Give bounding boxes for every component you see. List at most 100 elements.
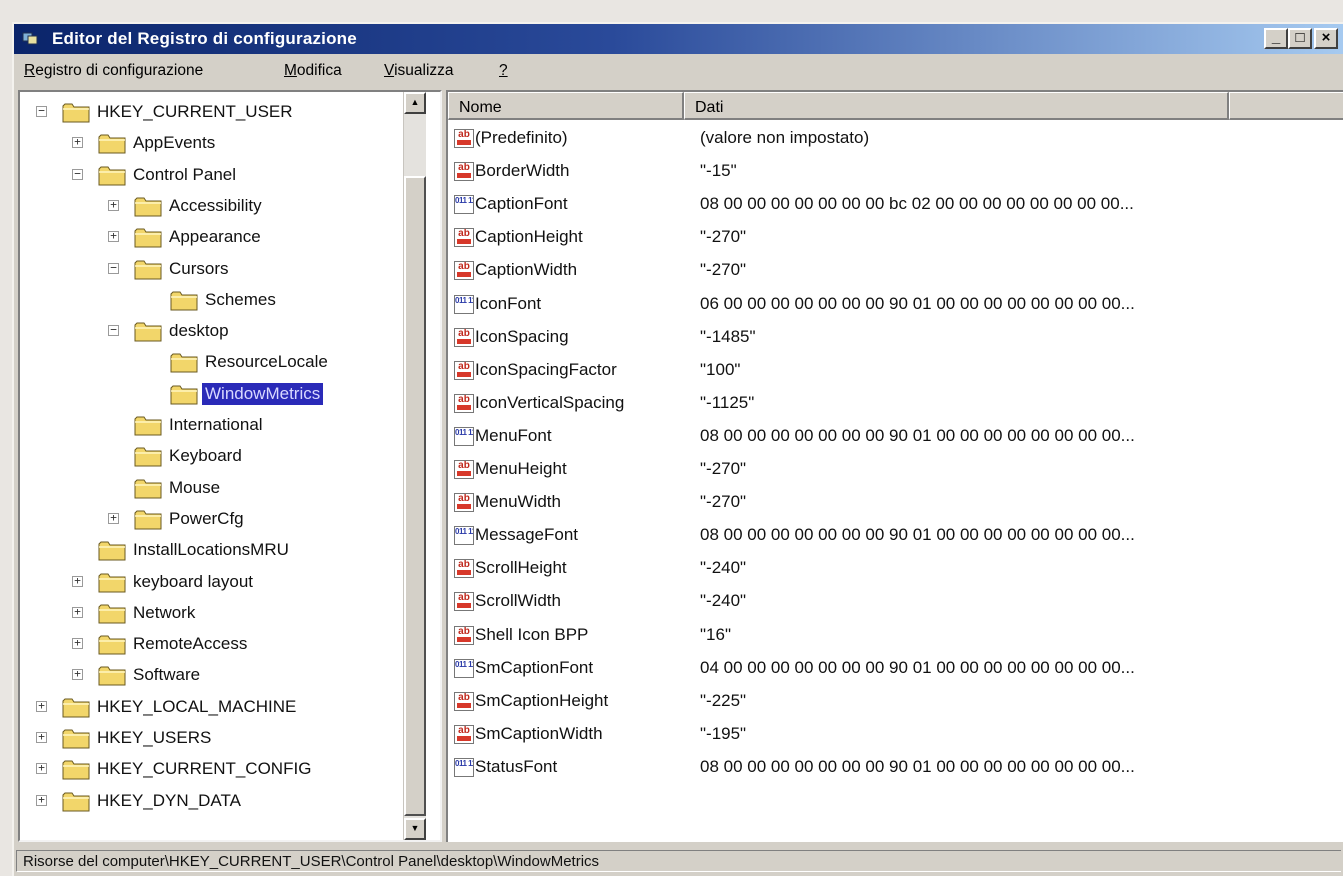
tree-node[interactable]: InstallLocationsMRU: [20, 536, 400, 566]
value-row[interactable]: ab MenuHeight "-270": [454, 455, 1334, 485]
value-name[interactable]: BorderWidth: [475, 161, 569, 181]
tree-node[interactable]: − Cursors: [20, 255, 400, 285]
tree-node[interactable]: Schemes: [20, 286, 400, 316]
menu-registro[interactable]: Registro di configurazione: [24, 62, 203, 80]
tree-node[interactable]: WindowMetrics: [20, 380, 400, 410]
tree-node-label[interactable]: PowerCfg: [166, 508, 247, 530]
collapse-icon[interactable]: −: [36, 105, 47, 117]
value-row[interactable]: ab CaptionWidth "-270": [454, 256, 1334, 286]
scroll-down-button[interactable]: ▼: [404, 818, 426, 840]
value-name[interactable]: CaptionHeight: [475, 227, 583, 247]
expand-icon[interactable]: +: [72, 136, 83, 149]
expand-icon[interactable]: +: [72, 575, 83, 587]
tree-node-label[interactable]: Accessibility: [166, 195, 265, 217]
tree-node[interactable]: + AppEvents: [20, 129, 400, 159]
tree-node-label[interactable]: Appearance: [166, 226, 264, 248]
collapse-icon[interactable]: −: [108, 262, 119, 274]
tree-node-label[interactable]: keyboard layout: [130, 571, 256, 593]
tree-node[interactable]: Keyboard: [20, 442, 400, 472]
value-row[interactable]: ab BorderWidth "-15": [454, 157, 1334, 187]
tree-node[interactable]: + RemoteAccess: [20, 630, 400, 660]
value-name[interactable]: CaptionWidth: [475, 260, 577, 280]
tree-node-label[interactable]: HKEY_DYN_DATA: [94, 790, 244, 812]
expand-icon[interactable]: +: [108, 230, 119, 243]
tree-node[interactable]: + HKEY_USERS: [20, 724, 400, 754]
column-header-dati[interactable]: Dati: [684, 92, 1229, 120]
value-row[interactable]: ab ScrollHeight "-240": [454, 554, 1334, 584]
tree-node[interactable]: + Appearance: [20, 223, 400, 253]
tree-node-label[interactable]: desktop: [166, 320, 232, 342]
tree-node-label[interactable]: International: [166, 414, 266, 436]
value-name[interactable]: MenuHeight: [475, 459, 567, 479]
value-name[interactable]: IconFont: [475, 294, 541, 314]
tree-node[interactable]: International: [20, 411, 400, 441]
menu-help[interactable]: ?: [499, 62, 508, 80]
tree-node[interactable]: − desktop: [20, 317, 400, 347]
expand-icon[interactable]: +: [36, 731, 47, 743]
tree-node-label[interactable]: HKEY_USERS: [94, 727, 214, 749]
value-row[interactable]: ab MenuWidth "-270": [454, 488, 1334, 518]
value-row[interactable]: 011 110IconFont 06 00 00 00 00 00 00 00 9…: [454, 290, 1334, 320]
title-bar[interactable]: Editor del Registro di configurazione _ …: [14, 24, 1343, 54]
tree-node-label[interactable]: Software: [130, 664, 203, 686]
value-row[interactable]: ab Shell Icon BPP "16": [454, 621, 1334, 651]
collapse-icon[interactable]: −: [108, 324, 119, 337]
expand-icon[interactable]: +: [36, 762, 47, 775]
value-name[interactable]: IconSpacingFactor: [475, 360, 617, 380]
value-name[interactable]: IconVerticalSpacing: [475, 393, 624, 413]
tree-node[interactable]: + HKEY_LOCAL_MACHINE: [20, 693, 400, 723]
column-header-nome[interactable]: Nome: [448, 92, 684, 120]
value-name[interactable]: MessageFont: [475, 525, 578, 545]
value-row[interactable]: ab IconSpacingFactor "100": [454, 356, 1334, 386]
value-name[interactable]: SmCaptionWidth: [475, 724, 603, 744]
value-row[interactable]: ab IconSpacing "-1485": [454, 323, 1334, 353]
value-row[interactable]: ab (Predefinito) (valore non impostato): [454, 124, 1334, 154]
value-name[interactable]: MenuFont: [475, 426, 552, 446]
tree-node[interactable]: + Network: [20, 599, 400, 629]
value-row[interactable]: 011 110MessageFont 08 00 00 00 00 00 00 0…: [454, 521, 1334, 551]
expand-icon[interactable]: +: [36, 794, 47, 806]
value-name[interactable]: StatusFont: [475, 757, 557, 777]
tree-node-label[interactable]: HKEY_CURRENT_USER: [94, 101, 296, 123]
value-row[interactable]: ab IconVerticalSpacing "-1125": [454, 389, 1334, 419]
value-name[interactable]: MenuWidth: [475, 492, 561, 512]
tree-node[interactable]: + Accessibility: [20, 192, 400, 222]
value-row[interactable]: ab CaptionHeight "-270": [454, 223, 1334, 253]
tree-node[interactable]: + HKEY_DYN_DATA: [20, 787, 400, 817]
menu-visualizza[interactable]: Visualizza: [384, 62, 454, 80]
tree-node-label[interactable]: HKEY_CURRENT_CONFIG: [94, 758, 314, 780]
tree-node-label[interactable]: Mouse: [166, 477, 223, 499]
tree-node[interactable]: + PowerCfg: [20, 505, 400, 535]
scroll-up-button[interactable]: ▲: [404, 92, 426, 114]
tree-node[interactable]: − HKEY_CURRENT_USER: [20, 98, 400, 128]
tree-node-label[interactable]: Schemes: [202, 289, 279, 311]
minimize-button[interactable]: _: [1264, 28, 1288, 49]
value-name[interactable]: SmCaptionHeight: [475, 691, 608, 711]
close-button[interactable]: ×: [1314, 28, 1338, 49]
tree-node-label[interactable]: ResourceLocale: [202, 351, 331, 373]
expand-icon[interactable]: +: [108, 199, 119, 211]
value-row[interactable]: ab SmCaptionWidth "-195": [454, 720, 1334, 750]
tree-node-label[interactable]: AppEvents: [130, 132, 218, 154]
value-row[interactable]: 011 110SmCaptionFont 04 00 00 00 00 00 00…: [454, 654, 1334, 684]
value-row[interactable]: 011 110CaptionFont 08 00 00 00 00 00 00 0…: [454, 190, 1334, 220]
value-name[interactable]: CaptionFont: [475, 194, 568, 214]
registry-tree[interactable]: − HKEY_CURRENT_USER + AppEvents − Control Pan…: [18, 90, 442, 842]
maximize-button[interactable]: □: [1288, 28, 1312, 49]
tree-node-label[interactable]: Keyboard: [166, 445, 245, 467]
tree-node[interactable]: − Control Panel: [20, 161, 400, 191]
value-name[interactable]: Shell Icon BPP: [475, 625, 588, 645]
tree-node[interactable]: + HKEY_CURRENT_CONFIG: [20, 755, 400, 785]
tree-node-label[interactable]: Control Panel: [130, 164, 239, 186]
value-row[interactable]: ab ScrollWidth "-240": [454, 587, 1334, 617]
tree-node-label[interactable]: WindowMetrics: [202, 382, 324, 405]
tree-node-label[interactable]: RemoteAccess: [130, 633, 250, 655]
tree-node-label[interactable]: Network: [130, 602, 198, 624]
value-row[interactable]: 011 110StatusFont 08 00 00 00 00 00 00 00…: [454, 753, 1334, 783]
collapse-icon[interactable]: −: [72, 168, 83, 180]
menu-modifica[interactable]: Modifica: [284, 62, 342, 80]
expand-icon[interactable]: +: [108, 512, 119, 524]
value-name[interactable]: (Predefinito): [475, 128, 568, 148]
tree-node-label[interactable]: InstallLocationsMRU: [130, 539, 292, 561]
tree-node[interactable]: + Software: [20, 661, 400, 691]
